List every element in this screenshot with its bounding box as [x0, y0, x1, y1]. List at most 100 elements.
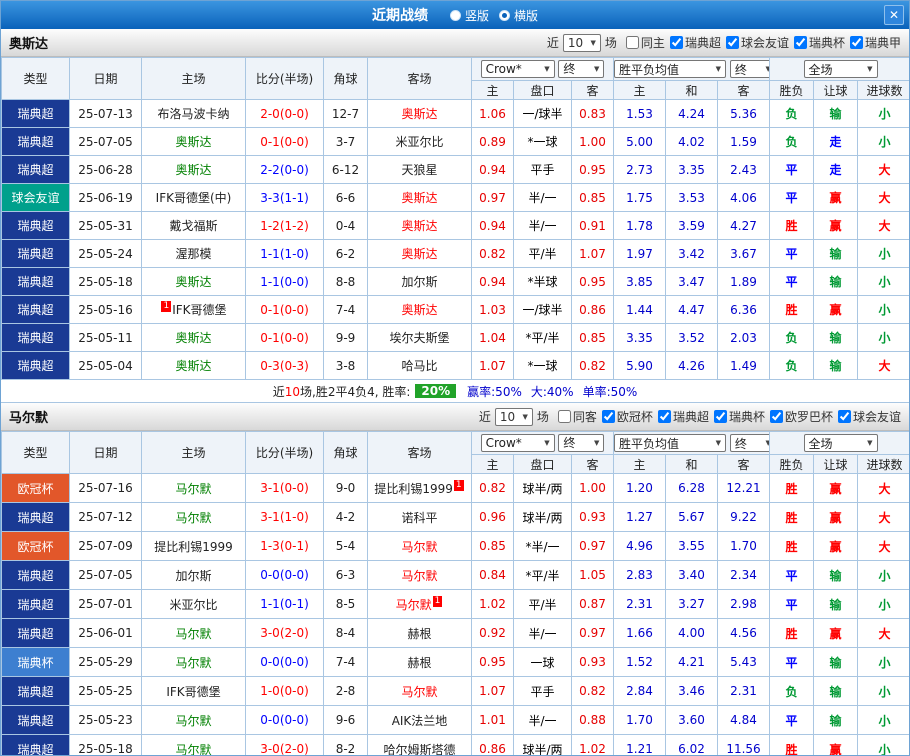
home-team: 奥斯达 [142, 352, 246, 380]
checkbox-input[interactable] [770, 410, 783, 423]
result-goals: 大 [858, 474, 910, 503]
result-goals: 小 [858, 590, 910, 619]
checkbox-input[interactable] [850, 36, 863, 49]
match-date: 25-07-05 [70, 561, 142, 590]
mean-time-select[interactable]: 终▼ [730, 434, 770, 452]
filter-checkbox[interactable]: 瑞典甲 [850, 34, 901, 51]
sub-mean-draw: 和 [666, 455, 718, 474]
close-button[interactable]: ✕ [884, 5, 904, 25]
handicap-line: 平手 [514, 156, 572, 184]
mean-odds-win: 1.97 [614, 240, 666, 268]
match-count-select[interactable]: 10▼ [495, 408, 533, 426]
checkbox-input[interactable] [602, 410, 615, 423]
red-card-badge: 1 [454, 480, 464, 491]
league-badge: 瑞典超 [2, 268, 70, 296]
league-badge: 瑞典超 [2, 324, 70, 352]
checkbox-input[interactable] [626, 36, 639, 49]
filter-checkbox[interactable]: 同主 [626, 34, 665, 51]
away-team: 埃尔夫斯堡 [368, 324, 472, 352]
result-goals: 小 [858, 128, 910, 156]
match-date: 25-06-01 [70, 619, 142, 648]
away-team: AIK法兰地 [368, 706, 472, 735]
checkbox-input[interactable] [714, 410, 727, 423]
filter-checkbox[interactable]: 球会友谊 [838, 408, 901, 425]
sub-mean-win: 主 [614, 81, 666, 100]
score: 3-0(2-0) [246, 619, 324, 648]
radio-label: 横版 [514, 7, 538, 24]
match-count-select[interactable]: 10▼ [563, 34, 601, 52]
result-handicap: 输 [814, 352, 858, 380]
filter-checkbox[interactable]: 瑞典杯 [794, 34, 845, 51]
checkbox-label: 同主 [641, 34, 665, 51]
mean-odds-win: 1.44 [614, 296, 666, 324]
handicap-time-select[interactable]: 终▼ [558, 434, 604, 452]
mean-odds-draw: 3.59 [666, 212, 718, 240]
handicap-line: 平/半 [514, 590, 572, 619]
league-badge: 瑞典杯 [2, 648, 70, 677]
handicap-group-header: Crow*▼ 终▼ [472, 58, 614, 81]
away-team: 诺科平 [368, 503, 472, 532]
match-date: 25-07-16 [70, 474, 142, 503]
home-team: 布洛马波卡纳 [142, 100, 246, 128]
bookmaker-select[interactable]: Crow*▼ [481, 60, 555, 78]
league-badge: 球会友谊 [2, 184, 70, 212]
filter-checkbox[interactable]: 瑞典超 [670, 34, 721, 51]
checkbox-input[interactable] [726, 36, 739, 49]
result-goals: 大 [858, 503, 910, 532]
result-wdl: 胜 [770, 619, 814, 648]
result-goals: 大 [858, 352, 910, 380]
mean-odds-win: 1.27 [614, 503, 666, 532]
layout-radio-horizontal[interactable]: 横版 [499, 7, 538, 24]
away-team: 奥斯达 [368, 184, 472, 212]
filter-checkbox[interactable]: 瑞典杯 [714, 408, 765, 425]
filter-checkbox[interactable]: 瑞典超 [658, 408, 709, 425]
scope-select[interactable]: 全场▼ [804, 60, 878, 78]
filter-checkbox[interactable]: 欧冠杯 [602, 408, 653, 425]
checkbox-input[interactable] [658, 410, 671, 423]
match-row: 瑞典超25-05-24渥那模1-1(1-0)6-2奥斯达0.82平/半1.071… [2, 240, 910, 268]
checkbox-input[interactable] [794, 36, 807, 49]
handicap-line: *平/半 [514, 561, 572, 590]
result-handicap: 走 [814, 128, 858, 156]
scope-select[interactable]: 全场▼ [804, 434, 878, 452]
filter-checkbox[interactable]: 球会友谊 [726, 34, 789, 51]
result-wdl: 胜 [770, 296, 814, 324]
filter-checkbox[interactable]: 同客 [558, 408, 597, 425]
mean-odds-win: 4.96 [614, 532, 666, 561]
mean-odds-draw: 3.27 [666, 590, 718, 619]
handicap-odds-home: 0.94 [472, 212, 514, 240]
results-table: 类型 日期 主场 比分(半场) 角球 客场 Crow*▼ 终▼ 胜平负均值▼ 终… [1, 57, 910, 380]
sub-result-goals: 进球数 [858, 81, 910, 100]
handicap-odds-away: 1.00 [572, 128, 614, 156]
home-team: IFK哥德堡 [142, 677, 246, 706]
filter-checkbox[interactable]: 欧罗巴杯 [770, 408, 833, 425]
mean-odds-lose: 4.84 [718, 706, 770, 735]
mean-time-select[interactable]: 终▼ [730, 60, 770, 78]
home-team: 马尔默 [142, 706, 246, 735]
checkbox-input[interactable] [558, 410, 571, 423]
result-goals: 大 [858, 212, 910, 240]
away-team: 马尔默 [368, 561, 472, 590]
result-handicap: 赢 [814, 474, 858, 503]
mean-odds-select[interactable]: 胜平负均值▼ [614, 60, 726, 78]
handicap-line: 一/球半 [514, 296, 572, 324]
handicap-odds-home: 0.86 [472, 735, 514, 756]
handicap-time-select[interactable]: 终▼ [558, 60, 604, 78]
score: 1-1(0-1) [246, 590, 324, 619]
match-row: 球会友谊25-06-19IFK哥德堡(中)3-3(1-1)6-6奥斯达0.97半… [2, 184, 910, 212]
layout-radio-vertical[interactable]: 竖版 [450, 7, 489, 24]
sub-mean-win: 主 [614, 455, 666, 474]
match-date: 25-07-05 [70, 128, 142, 156]
team-name: 马尔默 [9, 407, 48, 426]
checkbox-input[interactable] [670, 36, 683, 49]
home-team: 渥那模 [142, 240, 246, 268]
checkbox-input[interactable] [838, 410, 851, 423]
mean-odds-select[interactable]: 胜平负均值▼ [614, 434, 726, 452]
result-goals: 小 [858, 561, 910, 590]
bookmaker-select[interactable]: Crow*▼ [481, 434, 555, 452]
mean-odds-draw: 4.47 [666, 296, 718, 324]
mean-odds-lose: 2.98 [718, 590, 770, 619]
mean-odds-win: 1.78 [614, 212, 666, 240]
checkbox-label: 瑞典杯 [729, 408, 765, 425]
handicap-odds-home: 0.84 [472, 561, 514, 590]
